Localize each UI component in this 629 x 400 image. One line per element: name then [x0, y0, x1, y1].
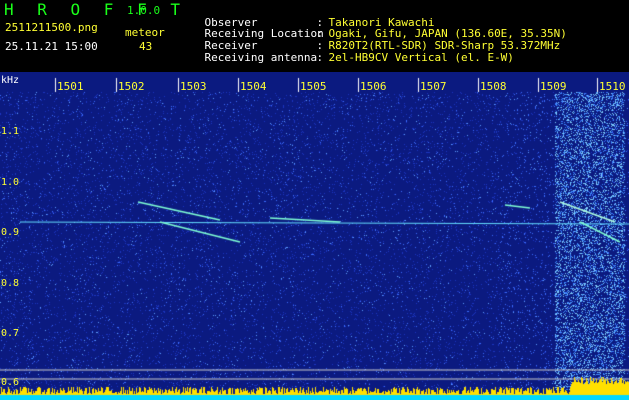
minute-label: 1502 — [118, 80, 145, 93]
spectrogram-area: kHz 1.1 1.0 0.9 0.8 0.7 0.6 1501 1502 1503 1504 1… — [0, 72, 629, 400]
meteor-count-value: 43 — [139, 40, 153, 53]
file-name: 2511211500.png — [5, 21, 98, 34]
frequency-label: 0.9 — [1, 227, 20, 238]
app-version: 1.0.0 — [127, 4, 161, 17]
minute-label: 1507 — [420, 80, 447, 93]
frequency-label: 1.1 — [1, 126, 20, 137]
info-separator: : — [316, 51, 324, 64]
minute-label: 1509 — [540, 80, 567, 93]
minute-label: 1503 — [180, 80, 207, 93]
date-time: 25.11.21 15:00 — [5, 40, 98, 53]
frequency-label: 0.6 — [1, 377, 20, 388]
meteor-count-label: meteor — [125, 26, 165, 39]
minute-label: 1504 — [240, 80, 267, 93]
frequency-label: 0.7 — [1, 328, 20, 339]
minute-label: 1510 — [599, 80, 626, 93]
minute-label: 1508 — [480, 80, 507, 93]
y-unit-label: kHz — [1, 75, 20, 86]
frequency-label: 1.0 — [1, 177, 20, 188]
info-antenna: Receiving antenna: 2el-HB9CV Vertical (el… — [178, 41, 514, 74]
info-key: Receiving antenna — [204, 51, 318, 64]
info-value: 2el-HB9CV Vertical (el. E-W) — [328, 51, 514, 64]
minute-label: 1506 — [360, 80, 387, 93]
minute-label: 1505 — [300, 80, 327, 93]
spectrogram-canvas — [0, 72, 629, 400]
frequency-label: 0.8 — [1, 278, 20, 289]
header-panel: H R O F F T 1.0.0 2511211500.png 25.11.2… — [0, 0, 629, 72]
minute-label: 1501 — [57, 80, 84, 93]
